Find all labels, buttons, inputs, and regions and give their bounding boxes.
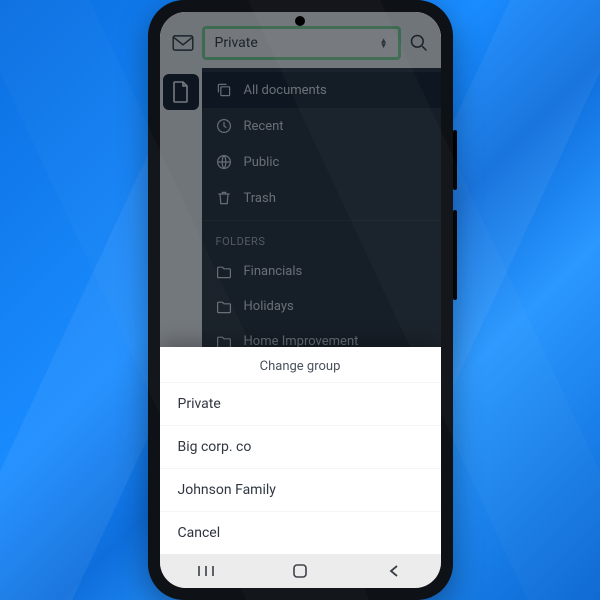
android-nav-bar <box>160 554 441 588</box>
sheet-title: Change group <box>160 347 441 382</box>
group-option-label: Johnson Family <box>178 482 276 498</box>
nav-back-button[interactable] <box>374 564 414 578</box>
wallpaper: Private ▲▼ <box>0 0 600 600</box>
app-root: Private ▲▼ <box>160 12 441 588</box>
phone-frame: Private ▲▼ <box>148 0 453 600</box>
change-group-sheet: Change group Private Big corp. co Johnso… <box>160 347 441 554</box>
phone-side-button <box>453 210 457 300</box>
nav-recents-button[interactable] <box>186 564 226 578</box>
phone-side-button <box>453 130 457 190</box>
group-option[interactable]: Private <box>160 382 441 425</box>
cancel-button[interactable]: Cancel <box>160 511 441 554</box>
phone-camera <box>295 16 305 26</box>
group-option[interactable]: Johnson Family <box>160 468 441 511</box>
group-option-label: Big corp. co <box>178 439 252 455</box>
nav-home-button[interactable] <box>280 563 320 579</box>
group-option-label: Private <box>178 396 221 412</box>
group-option[interactable]: Big corp. co <box>160 425 441 468</box>
phone-screen: Private ▲▼ <box>160 12 441 588</box>
cancel-label: Cancel <box>178 525 221 541</box>
